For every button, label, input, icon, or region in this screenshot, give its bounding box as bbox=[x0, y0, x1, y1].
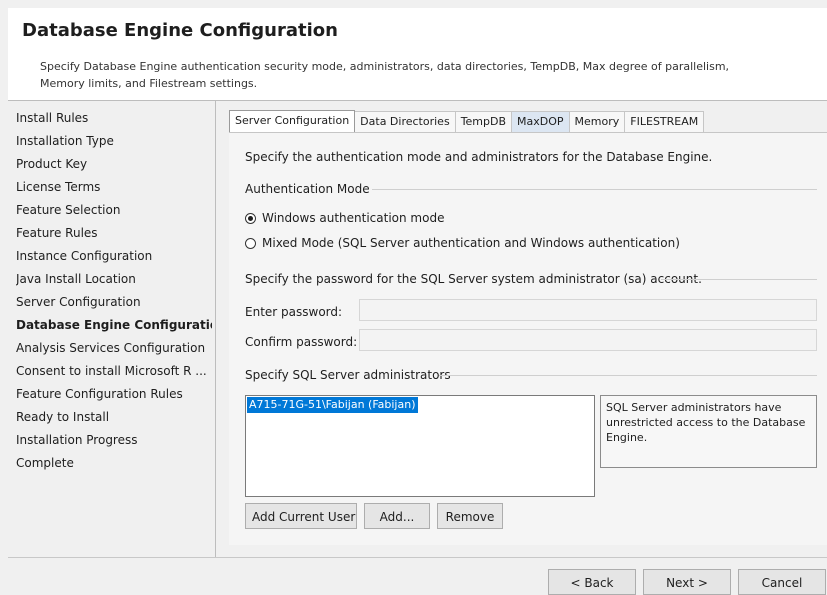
admins-group-line bbox=[439, 375, 817, 376]
confirm-password-field[interactable] bbox=[359, 329, 817, 351]
tab-memory[interactable]: Memory bbox=[568, 111, 626, 132]
page-description: Specify Database Engine authentication s… bbox=[40, 60, 730, 90]
enter-password-label: Enter password: bbox=[245, 305, 343, 319]
list-item[interactable]: A715-71G-51\Fabijan (Fabijan) bbox=[247, 397, 418, 413]
add-current-user-button[interactable]: Add Current User bbox=[245, 503, 357, 529]
sidebar-item-step: Java Install Location bbox=[16, 272, 136, 286]
sidebar-item-step: Instance Configuration bbox=[16, 249, 153, 263]
footer-divider bbox=[8, 557, 827, 558]
tab-tempdb[interactable]: TempDB bbox=[454, 111, 513, 132]
auth-group-line bbox=[372, 189, 817, 190]
sidebar-item-step: Server Configuration bbox=[16, 295, 141, 309]
next-button[interactable]: Next > bbox=[643, 569, 731, 595]
admins-group-label: Specify SQL Server administrators bbox=[245, 368, 451, 382]
confirm-password-label: Confirm password: bbox=[245, 335, 358, 349]
mixed-mode-label: Mixed Mode (SQL Server authentication an… bbox=[262, 236, 680, 250]
enter-password-field[interactable] bbox=[359, 299, 817, 321]
tab-maxdop[interactable]: MaxDOP bbox=[511, 111, 570, 132]
sidebar-item-step: Ready to Install bbox=[16, 410, 110, 424]
sa-group-line bbox=[661, 279, 817, 280]
sidebar-item-step: License Terms bbox=[16, 180, 101, 194]
radio-circle-icon bbox=[245, 213, 256, 224]
tab-bar: Server Configuration Data Directories Temp… bbox=[229, 110, 705, 132]
sidebar-item-step: Install Rules bbox=[16, 111, 89, 125]
auth-mode-group-label: Authentication Mode bbox=[245, 182, 370, 196]
back-button[interactable]: < Back bbox=[548, 569, 636, 595]
administrators-list[interactable]: A715-71G-51\Fabijan (Fabijan) bbox=[245, 395, 595, 497]
radio-circle-icon bbox=[245, 238, 256, 249]
sidebar-item-step: Consent to install Microsoft R ... bbox=[16, 364, 207, 378]
tab-server-configuration[interactable]: Server Configuration bbox=[229, 110, 356, 132]
windows-auth-label: Windows authentication mode bbox=[262, 211, 445, 225]
cancel-button[interactable]: Cancel bbox=[738, 569, 826, 595]
tab-filestream[interactable]: FILESTREAM bbox=[624, 111, 705, 132]
sidebar-item-step: Installation Type bbox=[16, 134, 114, 148]
sidebar-item-step: Feature Selection bbox=[16, 203, 121, 217]
page-title: Database Engine Configuration bbox=[22, 20, 338, 41]
sidebar-item-step: Product Key bbox=[16, 157, 88, 171]
intro-text: Specify the authentication mode and admi… bbox=[245, 150, 713, 164]
mixed-mode-radio[interactable]: Mixed Mode (SQL Server authentication an… bbox=[245, 236, 680, 252]
sidebar-item-step: Complete bbox=[16, 456, 74, 470]
sidebar-item-step: Feature Rules bbox=[16, 226, 98, 240]
tab-data-directories[interactable]: Data Directories bbox=[354, 111, 456, 132]
sidebar-item-step: Analysis Services Configuration bbox=[16, 341, 206, 355]
wizard-steps: Install Rules Installation Type Product Ke… bbox=[16, 107, 212, 475]
server-configuration-panel: Specify the authentication mode and admi… bbox=[229, 132, 827, 545]
add-button[interactable]: Add... bbox=[364, 503, 430, 529]
header-divider bbox=[8, 100, 827, 101]
page-header: Database Engine Configuration Specify Da… bbox=[8, 8, 827, 100]
sidebar-divider bbox=[215, 101, 216, 558]
remove-button[interactable]: Remove bbox=[437, 503, 503, 529]
sidebar-item-step: Database Engine Configuration bbox=[16, 318, 212, 332]
windows-auth-radio[interactable]: Windows authentication mode bbox=[245, 211, 465, 227]
sidebar-item-step: Installation Progress bbox=[16, 433, 138, 447]
administrators-info-box: SQL Server administrators have unrestric… bbox=[600, 395, 817, 468]
sa-group-label: Specify the password for the SQL Server … bbox=[245, 272, 702, 286]
sidebar-item-step: Feature Configuration Rules bbox=[16, 387, 183, 401]
